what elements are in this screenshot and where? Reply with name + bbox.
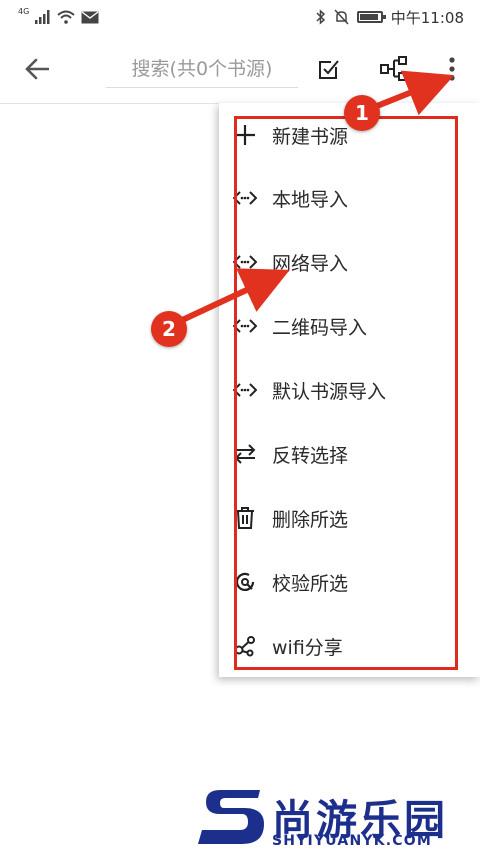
battery-icon bbox=[356, 11, 386, 23]
watermark-domain: SHYIYUANYK.COM bbox=[272, 833, 432, 849]
menu-item-check-selected[interactable]: 校验所选 bbox=[219, 557, 480, 607]
menu-item-delete-selected[interactable]: 删除所选 bbox=[219, 493, 480, 543]
arrow-left-icon bbox=[25, 58, 49, 80]
select-all-button[interactable] bbox=[311, 51, 347, 87]
menu-item-label: 网络导入 bbox=[272, 252, 349, 275]
step-badge-2: 2 bbox=[151, 311, 187, 347]
watermark-logo-icon bbox=[198, 790, 264, 844]
back-button[interactable] bbox=[18, 50, 56, 88]
tree-structure-icon bbox=[380, 56, 407, 81]
watermark: 尚游乐园 SHYIYUANYK.COM bbox=[198, 784, 480, 853]
status-time: 中午11:08 bbox=[390, 8, 464, 27]
share-icon bbox=[233, 634, 257, 658]
menu-item-qrcode-import[interactable]: 二维码导入 bbox=[219, 301, 480, 351]
mail-icon bbox=[81, 10, 99, 23]
menu-item-label: wifi分享 bbox=[272, 636, 343, 659]
menu-item-label: 二维码导入 bbox=[272, 316, 368, 339]
swap-arrows-icon bbox=[233, 442, 257, 466]
menu-item-label: 校验所选 bbox=[272, 572, 349, 595]
trash-icon bbox=[233, 506, 257, 530]
bluetooth-icon bbox=[316, 9, 325, 25]
menu-item-label: 删除所选 bbox=[272, 508, 349, 531]
network-type: 4G bbox=[18, 6, 30, 16]
overflow-menu: 新建书源 本地导入 网络导入 二维码导入 默认书源导入 反转选择 删除所选 校验… bbox=[219, 103, 480, 677]
checkbox-edit-icon bbox=[319, 60, 339, 79]
step-badge-1: 1 bbox=[344, 95, 380, 131]
more-options-button[interactable] bbox=[434, 51, 470, 87]
more-vertical-icon bbox=[449, 57, 455, 81]
wifi-icon bbox=[57, 10, 75, 24]
menu-item-label: 新建书源 bbox=[272, 125, 349, 148]
menu-item-default-import[interactable]: 默认书源导入 bbox=[219, 365, 480, 415]
menu-item-network-import[interactable]: 网络导入 bbox=[219, 237, 480, 287]
plus-icon bbox=[233, 123, 257, 147]
status-bar: 4G 中午11:08 bbox=[0, 0, 480, 34]
mute-bell-icon bbox=[334, 9, 349, 25]
import-icon bbox=[233, 186, 257, 210]
menu-item-local-import[interactable]: 本地导入 bbox=[219, 173, 480, 223]
signal-icon bbox=[35, 10, 50, 24]
import-icon bbox=[233, 250, 257, 274]
menu-item-label: 本地导入 bbox=[272, 188, 349, 211]
menu-item-label: 反转选择 bbox=[272, 444, 349, 467]
menu-item-invert-selection[interactable]: 反转选择 bbox=[219, 429, 480, 479]
search-placeholder: 搜索(共0个书源) bbox=[131, 58, 273, 80]
menu-item-label: 默认书源导入 bbox=[272, 380, 387, 403]
group-button[interactable] bbox=[376, 51, 412, 87]
top-toolbar: 搜索(共0个书源) bbox=[0, 34, 480, 104]
search-input[interactable]: 搜索(共0个书源) bbox=[106, 48, 298, 88]
import-icon bbox=[233, 378, 257, 402]
import-icon bbox=[233, 314, 257, 338]
check-search-icon bbox=[233, 570, 257, 594]
menu-item-wifi-share[interactable]: wifi分享 bbox=[219, 621, 480, 671]
